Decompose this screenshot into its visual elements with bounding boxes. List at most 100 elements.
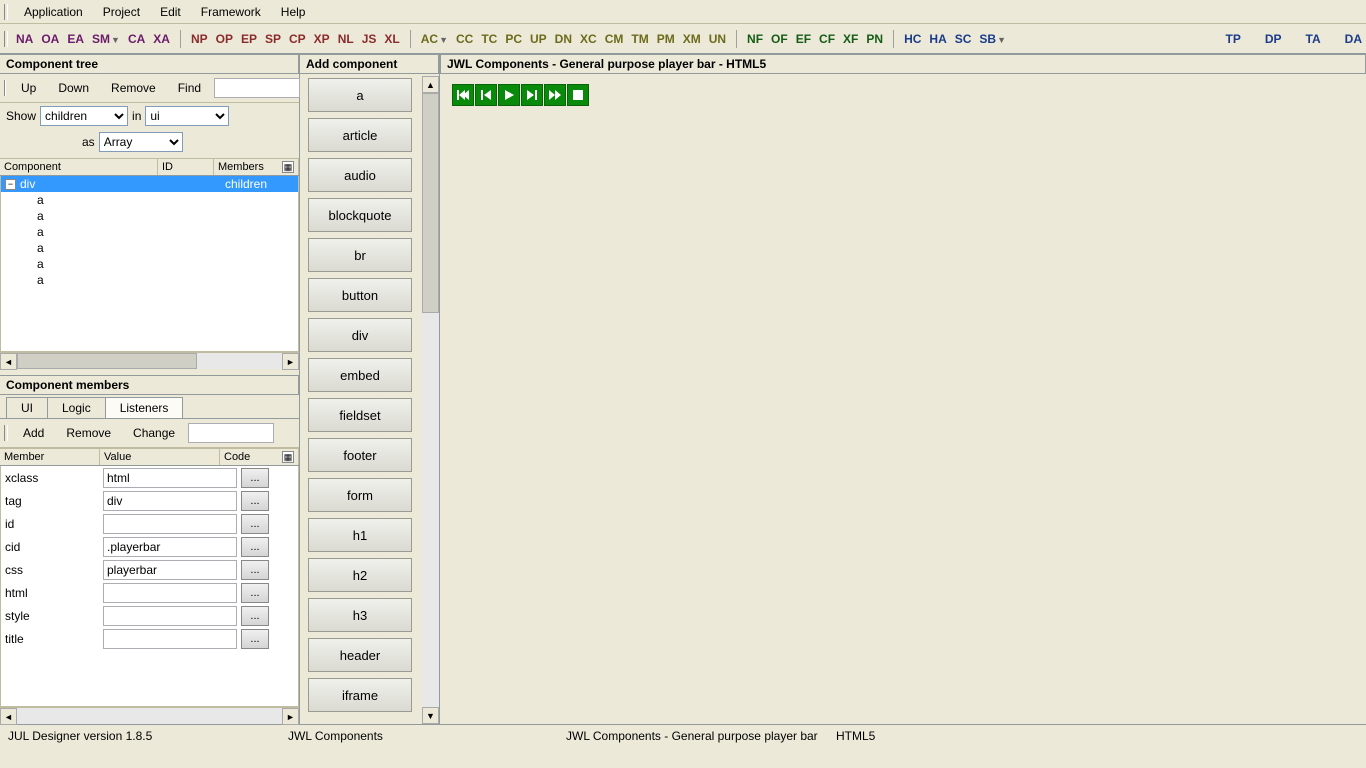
mcol-member[interactable]: Member (0, 449, 100, 465)
toolbar-ca[interactable]: CA (128, 32, 145, 46)
addcomp-h3[interactable]: h3 (308, 598, 412, 632)
tree-grid-body[interactable]: − div children aaaaaa (0, 176, 299, 352)
step-forward-button[interactable] (521, 84, 543, 106)
expand-icon[interactable]: ▦ (282, 161, 294, 173)
vscroll-thumb[interactable] (422, 93, 439, 313)
menu-project[interactable]: Project (93, 3, 150, 21)
member-row-id[interactable]: id... (1, 512, 298, 535)
toolbar-cc[interactable]: CC (456, 32, 473, 46)
tab-listeners[interactable]: Listeners (105, 397, 184, 418)
toolbar-xm[interactable]: XM (683, 32, 701, 46)
toolbar-cm[interactable]: CM (605, 32, 624, 46)
stop-button[interactable] (567, 84, 589, 106)
tree-down-button[interactable]: Down (49, 78, 98, 98)
toolbar-sp[interactable]: SP (265, 32, 281, 46)
toolbar-dn[interactable]: DN (555, 32, 572, 46)
toolbar-sc[interactable]: SC (955, 32, 972, 46)
member-code-button[interactable]: ... (241, 560, 269, 580)
members-change-button[interactable]: Change (124, 423, 184, 443)
in-select[interactable]: ui (145, 106, 229, 126)
scroll-left-icon[interactable]: ◄ (0, 353, 17, 370)
mcol-value[interactable]: Value (100, 449, 220, 465)
scroll-down-icon[interactable]: ▼ (422, 707, 439, 724)
menu-edit[interactable]: Edit (150, 3, 191, 21)
show-select[interactable]: children (40, 106, 128, 126)
tree-child-row[interactable]: a (1, 224, 298, 240)
expand-icon[interactable]: ▦ (282, 451, 294, 463)
toolbar-nl[interactable]: NL (338, 32, 354, 46)
member-value-input[interactable] (103, 606, 237, 626)
toolbar-xf[interactable]: XF (843, 32, 858, 46)
toolbar-ep[interactable]: EP (241, 32, 257, 46)
addcomp-audio[interactable]: audio (308, 158, 412, 192)
toolbar-dp[interactable]: DP (1265, 32, 1282, 46)
members-change-input[interactable] (188, 423, 274, 443)
toolbar-up[interactable]: UP (530, 32, 547, 46)
scroll-thumb[interactable] (17, 353, 197, 369)
addcomp-footer[interactable]: footer (308, 438, 412, 472)
tab-ui[interactable]: UI (6, 397, 48, 418)
addcomp-header[interactable]: header (308, 638, 412, 672)
toolbar-ea[interactable]: EA (67, 32, 84, 46)
addcomp-h2[interactable]: h2 (308, 558, 412, 592)
add-component-list[interactable]: aarticleaudioblockquotebrbuttondivembedf… (300, 74, 439, 724)
toolbar-cp[interactable]: CP (289, 32, 306, 46)
toolbar-op[interactable]: OP (216, 32, 233, 46)
toolbar-da[interactable]: DA (1345, 32, 1362, 46)
toolbar-tm[interactable]: TM (631, 32, 648, 46)
toolbar-js[interactable]: JS (362, 32, 377, 46)
members-add-button[interactable]: Add (14, 423, 53, 443)
toolbar-nf[interactable]: NF (747, 32, 763, 46)
addcomp-br[interactable]: br (308, 238, 412, 272)
fast-forward-button[interactable] (544, 84, 566, 106)
addcomp-embed[interactable]: embed (308, 358, 412, 392)
member-value-input[interactable] (103, 491, 237, 511)
member-row-tag[interactable]: tag... (1, 489, 298, 512)
addcomp-vscroll[interactable]: ▲ ▼ (422, 76, 439, 724)
toolbar-xa[interactable]: XA (153, 32, 170, 46)
tree-up-button[interactable]: Up (12, 78, 45, 98)
member-code-button[interactable]: ... (241, 583, 269, 603)
step-back-button[interactable] (475, 84, 497, 106)
scroll-up-icon[interactable]: ▲ (422, 76, 439, 93)
toolbar-oa[interactable]: OA (41, 32, 59, 46)
tree-remove-button[interactable]: Remove (102, 78, 165, 98)
member-value-input[interactable] (103, 514, 237, 534)
tree-find-input[interactable] (214, 78, 300, 98)
scroll-left-icon[interactable]: ◄ (0, 708, 17, 725)
toolbar-np[interactable]: NP (191, 32, 208, 46)
col-component[interactable]: Component (0, 159, 158, 175)
mcol-code[interactable]: Code▦ (220, 449, 299, 465)
toolbar-pc[interactable]: PC (505, 32, 522, 46)
toolbar-pn[interactable]: PN (866, 32, 883, 46)
tree-child-row[interactable]: a (1, 256, 298, 272)
tree-child-row[interactable]: a (1, 272, 298, 288)
addcomp-article[interactable]: article (308, 118, 412, 152)
member-code-button[interactable]: ... (241, 537, 269, 557)
member-code-button[interactable]: ... (241, 491, 269, 511)
toolbar-xc[interactable]: XC (580, 32, 597, 46)
toolbar-un[interactable]: UN (709, 32, 726, 46)
collapse-icon[interactable]: − (5, 179, 16, 190)
menu-help[interactable]: Help (271, 3, 316, 21)
member-code-button[interactable]: ... (241, 468, 269, 488)
member-row-html[interactable]: html... (1, 581, 298, 604)
toolbar-na[interactable]: NA (16, 32, 33, 46)
member-row-css[interactable]: css... (1, 558, 298, 581)
toolbar-ef[interactable]: EF (796, 32, 811, 46)
addcomp-button[interactable]: button (308, 278, 412, 312)
addcomp-a[interactable]: a (308, 78, 412, 112)
toolbar-sb[interactable]: SB▼ (979, 32, 1006, 46)
toolbar-xl[interactable]: XL (384, 32, 399, 46)
toolbar-ta[interactable]: TA (1306, 32, 1321, 46)
member-row-style[interactable]: style... (1, 604, 298, 627)
tree-child-row[interactable]: a (1, 192, 298, 208)
as-select[interactable]: Array (99, 132, 183, 152)
menu-framework[interactable]: Framework (191, 3, 271, 21)
toolbar-of[interactable]: OF (771, 32, 788, 46)
member-code-button[interactable]: ... (241, 514, 269, 534)
addcomp-h1[interactable]: h1 (308, 518, 412, 552)
tree-child-row[interactable]: a (1, 208, 298, 224)
tree-find-button[interactable]: Find (169, 78, 210, 98)
toolbar-tc[interactable]: TC (481, 32, 497, 46)
